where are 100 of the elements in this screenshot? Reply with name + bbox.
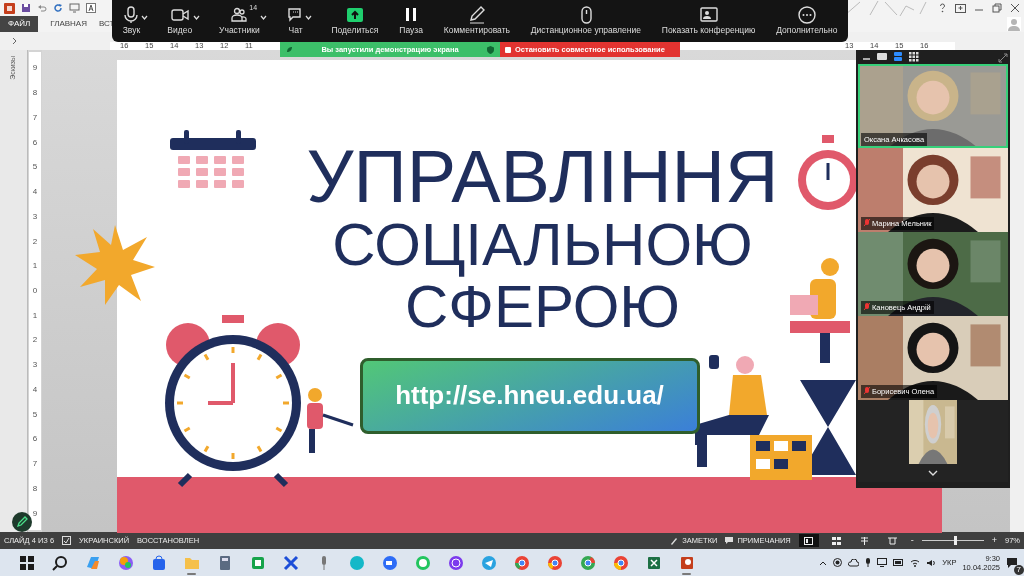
record-icon[interactable]: [833, 558, 843, 567]
toolbar-button[interactable]: Чат: [283, 0, 308, 39]
start-icon[interactable]: [18, 554, 35, 571]
chevron-up-icon[interactable]: [819, 559, 828, 566]
x-icon[interactable]: [282, 554, 299, 571]
spreadsheet-icon[interactable]: [645, 554, 662, 571]
toolbar-button[interactable]: Пауза: [396, 0, 426, 39]
leaf-icon: [286, 46, 293, 53]
ruler-number: 5: [32, 410, 38, 419]
reading-view-icon: [860, 536, 870, 545]
slideshow-icon: [888, 536, 898, 545]
speaker-icon[interactable]: [926, 558, 937, 567]
ruler-number: 6: [32, 138, 38, 147]
ruler-number: 8: [32, 484, 38, 493]
close-icon[interactable]: [1010, 3, 1020, 13]
save-icon[interactable]: [21, 3, 31, 13]
normal-view-icon: [804, 536, 814, 545]
toolbar-button[interactable]: Дополнительно: [773, 0, 841, 39]
ruler-number: 7: [32, 460, 38, 469]
strip-view-icon[interactable]: [893, 52, 903, 62]
ruler-number: 4: [32, 188, 38, 197]
ruler-number: 2: [32, 237, 38, 246]
fullscreen-icon[interactable]: [998, 52, 1008, 63]
presentation-icon[interactable]: [678, 554, 695, 571]
zoom-in-button[interactable]: +: [991, 533, 997, 548]
ruler-number: 8: [32, 89, 38, 98]
battery-icon[interactable]: [893, 559, 905, 566]
ruler-number: 3: [32, 212, 38, 221]
star-icon: [75, 225, 155, 305]
pencil-icon: [670, 536, 679, 545]
app-tile-icon[interactable]: [249, 554, 266, 571]
help-icon[interactable]: [938, 3, 947, 13]
ruler-number: 4: [32, 385, 38, 394]
toolbar-button[interactable]: Комментировать: [440, 0, 513, 39]
cloud-icon[interactable]: [848, 558, 860, 567]
zoom-out-button[interactable]: -: [910, 533, 914, 548]
powerpoint-icon[interactable]: [4, 2, 15, 14]
store-icon[interactable]: [150, 554, 167, 571]
spelling-icon[interactable]: [62, 536, 72, 545]
wifi-icon[interactable]: [910, 558, 921, 567]
ruler-number: 1: [32, 311, 38, 320]
microphone-icon[interactable]: [865, 558, 872, 567]
colorful-swirl-icon[interactable]: [117, 554, 134, 571]
pen-button[interactable]: [12, 512, 32, 532]
ruler-number: 7: [32, 113, 38, 122]
caret-icon: [192, 14, 200, 20]
more-icon: [797, 6, 816, 24]
ruler-number: 3: [32, 361, 38, 370]
display-options-icon[interactable]: [955, 3, 966, 13]
scrollbar[interactable]: [1010, 50, 1024, 532]
comment-icon: [725, 536, 734, 545]
caret-icon: [305, 14, 313, 20]
browser-icon[interactable]: [513, 554, 530, 571]
ruler-number: 0: [32, 286, 38, 295]
toolbar-button[interactable]: Показать конференцию: [658, 0, 759, 39]
chevron-down-icon[interactable]: [928, 470, 938, 477]
browser-icon[interactable]: [579, 554, 596, 571]
toolbar-button[interactable]: Звук: [119, 0, 144, 39]
font-box-icon[interactable]: [86, 3, 96, 13]
monitor-icon[interactable]: [69, 3, 80, 13]
notifications-icon[interactable]: [1006, 556, 1018, 569]
slide-title: УПРАВЛІННЯ: [306, 140, 779, 214]
microphone-icon: [122, 6, 141, 24]
camera-icon: [170, 6, 189, 24]
grid-view-icon: [832, 536, 842, 545]
shield-icon: [487, 45, 494, 54]
toolbar-button[interactable]: Дистанционное управление: [527, 0, 644, 39]
ruler-number: 6: [32, 435, 38, 444]
ruler-number: 5: [32, 163, 38, 172]
browser-icon[interactable]: [546, 554, 563, 571]
restore-icon[interactable]: [992, 3, 1002, 13]
refresh-icon[interactable]: [53, 3, 63, 13]
view-button[interactable]: [798, 534, 819, 547]
people-icon: [230, 6, 249, 24]
slider-thumb[interactable]: [954, 536, 958, 545]
search-icon[interactable]: [51, 554, 68, 571]
pencil-icon: [467, 6, 486, 24]
ruler-number: 9: [32, 64, 38, 73]
caret-icon: [260, 14, 268, 20]
colorful-app-icon[interactable]: [84, 554, 101, 571]
expand-ribbon-icon[interactable]: [12, 37, 18, 45]
ruler-number: 9: [32, 509, 38, 518]
ribbon-tab[interactable]: ГЛАВНАЯ: [38, 16, 87, 32]
caret-icon: [140, 14, 148, 20]
display-icon[interactable]: [877, 558, 888, 567]
toolbar-button[interactable]: Поделиться: [328, 0, 382, 39]
gallery-view-icon[interactable]: [909, 52, 919, 62]
phone-bubble-icon[interactable]: [447, 554, 464, 571]
browser-icon[interactable]: [612, 554, 629, 571]
ruler-number: 2: [32, 336, 38, 345]
notification-count: 7: [1013, 564, 1024, 575]
slide-subtitle: СОЦІАЛЬНОЮ: [332, 214, 753, 276]
speaker-view-icon[interactable]: [877, 52, 887, 62]
video-meeting-icon[interactable]: [381, 554, 398, 571]
undo-icon[interactable]: [37, 3, 47, 13]
paper-plane-icon[interactable]: [480, 554, 497, 571]
screen-person-icon: [699, 6, 718, 24]
toolbar-button[interactable]: Видео: [164, 0, 196, 39]
board-drawing: [750, 435, 812, 480]
ruler-number: 1: [32, 262, 38, 271]
